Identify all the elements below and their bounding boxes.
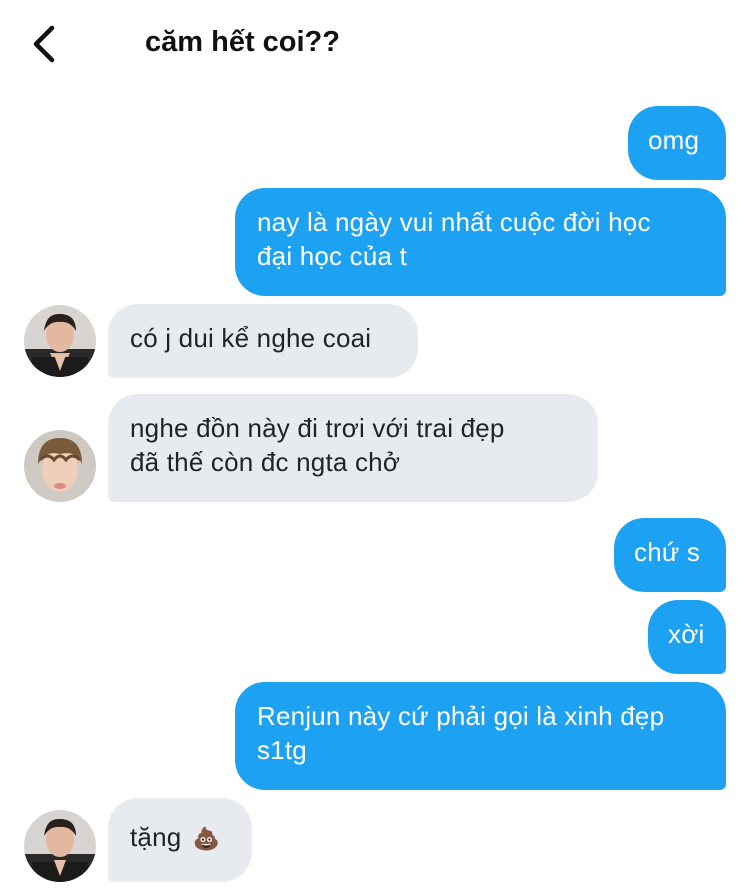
message-text-line: nay là ngày vui nhất cuộc đời học	[257, 207, 651, 237]
chevron-left-icon	[33, 25, 55, 63]
message-bubble-outgoing[interactable]: nay là ngày vui nhất cuộc đời học đại họ…	[235, 188, 726, 296]
avatar[interactable]	[24, 810, 96, 882]
avatar-person-icon	[24, 305, 96, 377]
message-bubble-outgoing[interactable]: Renjun này cứ phải gọi là xinh đẹp s1tg	[235, 682, 726, 790]
message-text-line: đã thế còn đc ngta chở	[130, 447, 401, 477]
message-text-line: nghe đồn này đi trơi với trai đẹp	[130, 413, 505, 443]
message-text: xời	[668, 619, 705, 649]
avatar[interactable]	[24, 305, 96, 377]
message-text: chứ s	[634, 537, 701, 567]
avatar-person-icon	[24, 810, 96, 882]
avatar[interactable]	[24, 430, 96, 502]
message-text: tặng	[130, 822, 182, 852]
message-bubble-outgoing[interactable]: xời	[648, 600, 726, 674]
message-text: có j dui kể nghe coai	[130, 323, 372, 353]
message-bubble-outgoing[interactable]: chứ s	[614, 518, 726, 592]
message-text: omg	[648, 125, 700, 155]
avatar-person-icon	[24, 430, 96, 502]
message-bubble-incoming[interactable]: có j dui kể nghe coai	[108, 304, 418, 378]
poop-emoji: 💩	[192, 826, 221, 851]
message-bubble-outgoing[interactable]: omg	[628, 106, 726, 180]
message-bubble-incoming[interactable]: tặng 💩	[108, 798, 252, 882]
message-text-line: đại học của t	[257, 241, 408, 271]
message-text-line: s1tg	[257, 735, 307, 765]
chat-title: căm hết coi??	[145, 26, 340, 58]
message-text-line: Renjun này cứ phải gọi là xinh đẹp	[257, 701, 665, 731]
back-button[interactable]	[26, 22, 66, 66]
chat-header: căm hết coi??	[0, 0, 750, 90]
message-bubble-incoming[interactable]: nghe đồn này đi trơi với trai đẹp đã thế…	[108, 394, 598, 502]
